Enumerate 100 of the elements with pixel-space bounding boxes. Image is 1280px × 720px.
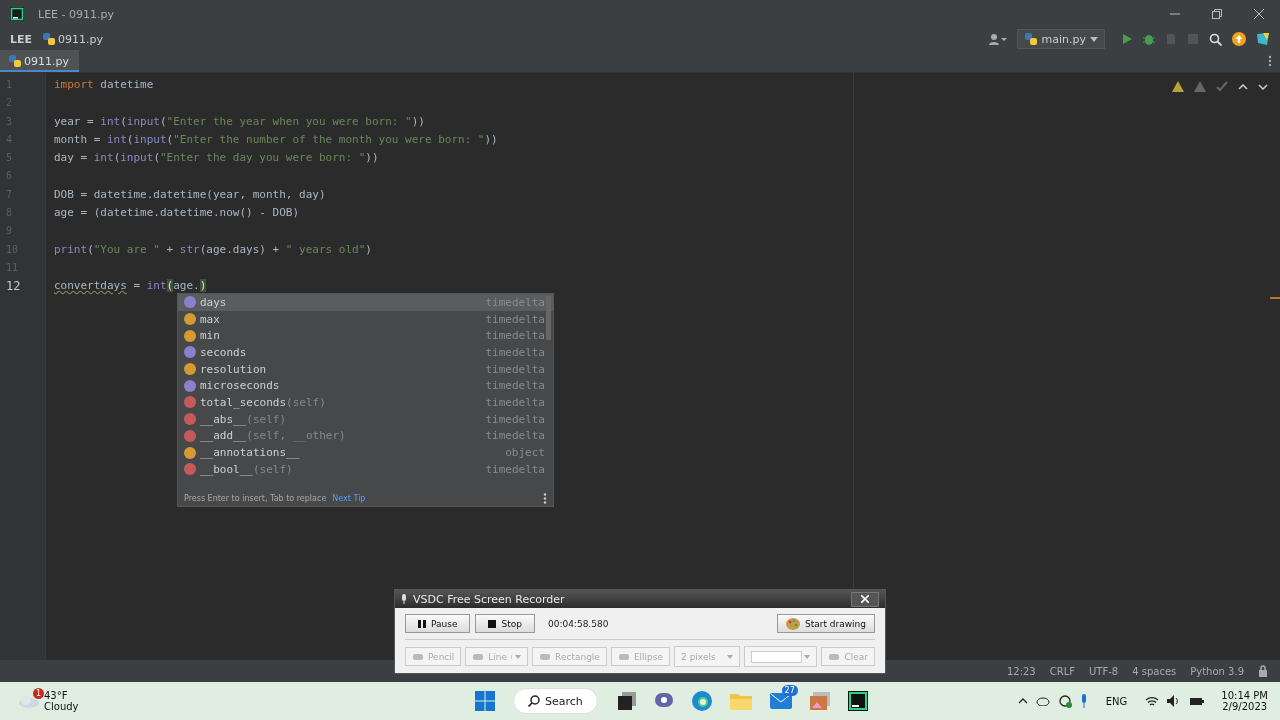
file-tab[interactable]: 0911.py	[0, 50, 79, 72]
completion-item[interactable]: microseconds timedelta	[178, 377, 553, 395]
close-icon[interactable]	[1254, 9, 1264, 19]
palette-icon	[785, 617, 800, 630]
window-title: VSDC Free Screen Recorder	[413, 592, 565, 606]
code-line: DOB = datetime.datetime(year, month, day)	[54, 187, 326, 201]
plugin-logo-icon[interactable]	[1256, 32, 1270, 46]
method-icon	[184, 396, 196, 409]
completion-item[interactable]: __annotations__ object	[178, 444, 553, 461]
app-logo-icon	[10, 7, 24, 21]
elapsed-time: 00:04:58.580	[547, 618, 609, 629]
notification-badge: 27	[781, 685, 798, 696]
property-icon	[184, 379, 196, 392]
lock-icon[interactable]	[1258, 665, 1268, 677]
hint-text: Press Enter to insert, Tab to replace	[184, 493, 327, 503]
method-icon	[184, 413, 196, 426]
language-indicator[interactable]: ENG	[1105, 695, 1128, 707]
pause-button[interactable]: Pause	[405, 614, 471, 633]
window-title: LEE - 0911.py	[38, 7, 114, 21]
field-icon	[184, 446, 196, 459]
start-icon[interactable]	[475, 691, 495, 711]
next-tip-link[interactable]: Next Tip	[332, 493, 366, 503]
cloud-icon[interactable]	[1035, 696, 1050, 706]
warning-icon	[1172, 81, 1184, 92]
code-line: age = (datetime.datetime.now() - DOB)	[54, 206, 300, 220]
mail-icon[interactable]	[769, 693, 792, 709]
search-button[interactable]: Search	[513, 688, 598, 714]
code-line: convertdays = int(age.)	[54, 279, 207, 293]
chat-icon[interactable]	[653, 692, 674, 710]
completion-item[interactable]: resolution timedelta	[178, 360, 553, 378]
stop-button[interactable]: Stop	[475, 614, 535, 633]
run-icon[interactable]	[1121, 33, 1133, 45]
user-icon[interactable]	[988, 33, 1007, 45]
status-item[interactable]: 4 spaces	[1132, 665, 1177, 677]
field-icon	[184, 313, 196, 326]
clock-date[interactable]: 2/9/2023	[1222, 701, 1268, 712]
breadcrumb[interactable]: LEE	[10, 32, 33, 46]
field-icon	[184, 363, 196, 376]
completion-item[interactable]: __abs__(self) timedelta	[178, 410, 553, 428]
scrollbar-thumb[interactable]	[546, 296, 551, 340]
field-icon	[184, 329, 196, 342]
next-icon[interactable]	[1258, 83, 1268, 90]
search-icon[interactable]	[1209, 32, 1222, 46]
photos-icon[interactable]	[809, 692, 830, 710]
search-icon	[528, 695, 540, 707]
clock-time[interactable]: 10:14 PM	[1221, 690, 1268, 701]
run-config-dropdown[interactable]: main.py	[1016, 29, 1105, 49]
completion-item[interactable]: total_seconds(self) timedelta	[178, 394, 553, 411]
completion-item[interactable]: seconds timedelta	[178, 344, 553, 361]
ide-icon[interactable]	[847, 691, 868, 711]
code-line: month = int(input("Enter the number of the month you were born: "))	[54, 132, 498, 146]
tool-icon	[539, 651, 552, 662]
status-item[interactable]: CRLF	[1049, 665, 1075, 677]
stop-icon	[488, 619, 497, 628]
microphone-icon[interactable]	[1079, 694, 1088, 708]
close-button[interactable]	[851, 591, 879, 607]
chevron-up-icon[interactable]	[1017, 698, 1028, 704]
line-number: 12	[5, 278, 22, 296]
tool-icon	[828, 651, 841, 662]
pause-icon	[418, 619, 426, 628]
sync-icon[interactable]	[1057, 694, 1072, 708]
more-options-icon[interactable]	[543, 492, 547, 504]
microphone-icon	[401, 594, 407, 604]
breadcrumb[interactable]: 0911.py	[42, 32, 104, 46]
code-line: day = int(input("Enter the day you were born: "))	[54, 151, 379, 165]
tool-icon	[412, 651, 424, 662]
code-editor[interactable]	[0, 73, 1280, 660]
browser-icon[interactable]	[691, 691, 712, 711]
caret-icon	[1090, 36, 1098, 42]
status-item[interactable]: Python 3.9	[1190, 665, 1244, 677]
cloud-icon[interactable]	[18, 694, 40, 708]
task-view-icon[interactable]	[617, 692, 636, 710]
tool-icon	[472, 651, 485, 662]
start-drawing-button[interactable]: Start drawing	[776, 614, 875, 633]
battery-icon[interactable]	[1189, 696, 1206, 706]
close-icon	[861, 595, 869, 603]
code-line: print("You are " + str(age.days) + " years old")	[54, 242, 372, 256]
completion-item[interactable]: min timedelta	[178, 327, 553, 345]
completion-item[interactable]: __add__(self, __other) timedelta	[178, 427, 553, 445]
method-icon	[184, 429, 196, 442]
notification-badge: 1	[32, 688, 44, 699]
status-item[interactable]: 12:23	[1006, 665, 1036, 677]
code-line: year = int(input("Enter the year when you were born: "))	[54, 114, 425, 128]
python-icon	[1023, 32, 1038, 46]
more-options-icon[interactable]	[1268, 55, 1272, 67]
status-item[interactable]: UTF-8	[1089, 665, 1119, 677]
completion-item[interactable]: __bool__(self) timedelta	[178, 460, 553, 478]
completion-item[interactable]: max timedelta	[178, 310, 553, 328]
previous-icon[interactable]	[1238, 83, 1248, 90]
code-line: import datetime	[54, 78, 154, 91]
property-icon	[184, 346, 196, 359]
weather-condition: Cloudy	[44, 701, 79, 712]
bug-icon[interactable]	[1143, 33, 1155, 45]
temperature: 43°F	[44, 690, 69, 701]
python-file-icon	[42, 32, 57, 46]
maximize-icon[interactable]	[1212, 9, 1222, 19]
wifi-icon[interactable]	[1145, 695, 1160, 707]
method-icon	[184, 463, 196, 476]
update-icon[interactable]	[1232, 32, 1246, 46]
tool-icon	[617, 651, 630, 662]
